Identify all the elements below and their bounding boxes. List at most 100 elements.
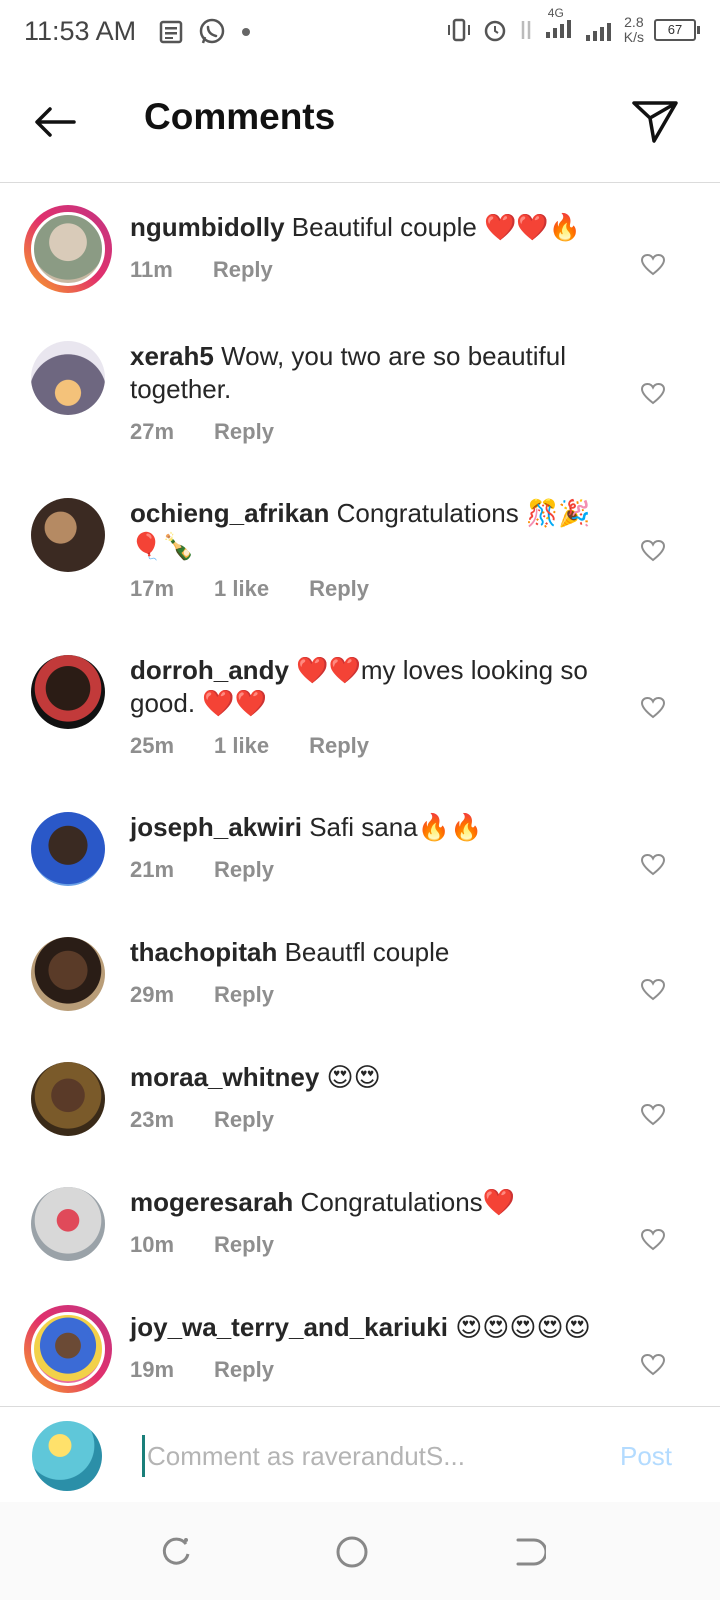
current-user-avatar — [32, 1421, 102, 1491]
back-nav-icon[interactable] — [510, 1534, 546, 1570]
heart-icon[interactable] — [640, 1103, 666, 1127]
comment-body: ochieng_afrikan Congratulations 🎊🎉🎈🍾 — [130, 497, 610, 563]
avatar[interactable] — [24, 1055, 112, 1143]
comment-body: mogeresarah Congratulations❤️ — [130, 1186, 610, 1219]
heart-icon[interactable] — [640, 853, 666, 877]
status-time: 11:53 AM — [24, 16, 137, 46]
reply-button[interactable]: Reply — [214, 857, 274, 883]
heart-icon[interactable] — [640, 1228, 666, 1252]
comment-username[interactable]: xerah5 — [130, 341, 214, 371]
comment-like-count[interactable]: 1 like — [214, 733, 269, 759]
comment-time: 19m — [130, 1357, 175, 1382]
avatar[interactable] — [24, 1305, 112, 1393]
home-icon[interactable] — [334, 1534, 370, 1570]
back-arrow-icon[interactable] — [28, 94, 84, 150]
comment-text: Beautiful couple ❤️❤️🔥 — [291, 212, 582, 242]
avatar-image — [31, 1187, 105, 1261]
reply-button[interactable]: Reply — [214, 419, 274, 445]
comment-row[interactable]: joy_wa_terry_and_kariuki 😍😍😍😍😍 19m Reply — [0, 1305, 720, 1405]
comment-username[interactable]: ochieng_afrikan — [130, 498, 329, 528]
comment-row[interactable]: mogeresarah Congratulations❤️ 10m Reply — [0, 1180, 720, 1300]
data-transfer-icon — [521, 20, 531, 39]
comment-row[interactable]: xerah5 Wow, you two are so beautiful tog… — [0, 334, 720, 454]
comment-row[interactable]: ochieng_afrikan Congratulations 🎊🎉🎈🍾 17m 1… — [0, 491, 720, 611]
avatar-image — [31, 341, 105, 415]
comment-username[interactable]: mogeresarah — [130, 1187, 293, 1217]
signal-icon-2 — [585, 22, 611, 41]
post-button[interactable]: Post — [620, 1441, 672, 1472]
avatar[interactable] — [24, 805, 112, 893]
reply-button[interactable]: Reply — [214, 982, 274, 1008]
comment-body: moraa_whitney 😍😍 — [130, 1061, 610, 1094]
comment-row[interactable]: dorroh_andy ❤️❤️my loves looking so good… — [0, 648, 720, 768]
comment-time: 29m — [130, 982, 175, 1007]
comment-meta: 27m Reply — [130, 419, 274, 445]
avatar-image — [31, 655, 105, 729]
reply-button[interactable]: Reply — [214, 1232, 274, 1258]
comment-text: 😍😍😍😍😍 — [455, 1312, 591, 1342]
heart-icon[interactable] — [640, 696, 666, 720]
avatar[interactable] — [24, 648, 112, 736]
dot-icon — [242, 28, 250, 36]
comment-time: 17m — [130, 576, 175, 601]
comment-username[interactable]: joy_wa_terry_and_kariuki — [130, 1312, 448, 1342]
comment-row[interactable]: ngumbidolly Beautiful couple ❤️❤️🔥 11m Rep… — [0, 205, 720, 325]
comment-row[interactable]: thachopitah Beautfl couple 29m Reply — [0, 930, 720, 1050]
comment-like-count[interactable]: 1 like — [214, 576, 269, 602]
status-bar: 11:53 AM 4G 2.8 K/s 67 — [0, 0, 720, 66]
heart-icon[interactable] — [640, 539, 666, 563]
news-icon — [159, 20, 183, 44]
recent-apps-icon[interactable] — [158, 1534, 194, 1570]
network-speed: 2.8 K/s — [623, 13, 644, 45]
heart-icon[interactable] — [640, 382, 666, 406]
avatar[interactable] — [24, 1180, 112, 1268]
comment-text: Congratulations❤️ — [300, 1187, 516, 1217]
avatar[interactable] — [24, 334, 112, 422]
comment-username[interactable]: joseph_akwiri — [130, 812, 302, 842]
comment-username[interactable]: thachopitah — [130, 937, 277, 967]
comment-text: 😍😍 — [326, 1062, 381, 1092]
heart-icon[interactable] — [640, 978, 666, 1002]
heart-icon[interactable] — [640, 1353, 666, 1377]
comment-body: ngumbidolly Beautiful couple ❤️❤️🔥 — [130, 211, 610, 244]
avatar[interactable] — [24, 205, 112, 293]
avatar[interactable] — [24, 930, 112, 1018]
heart-icon[interactable] — [640, 253, 666, 277]
comment-username[interactable]: dorroh_andy — [130, 655, 289, 685]
system-nav-bar — [0, 1502, 720, 1600]
avatar-image — [31, 812, 105, 886]
vibrate-icon — [447, 18, 470, 41]
comment-meta: 10m Reply — [130, 1232, 274, 1258]
comment-body: thachopitah Beautfl couple — [130, 936, 610, 969]
comments-list[interactable]: ngumbidolly Beautiful couple ❤️❤️🔥 11m Rep… — [0, 183, 720, 1405]
avatar-image — [31, 1312, 105, 1386]
reply-button[interactable]: Reply — [213, 257, 273, 283]
reply-button[interactable]: Reply — [214, 1357, 274, 1383]
comment-row[interactable]: joseph_akwiri Safi sana🔥🔥 21m Reply — [0, 805, 720, 925]
comment-row[interactable]: moraa_whitney 😍😍 23m Reply — [0, 1055, 720, 1175]
send-icon[interactable] — [630, 96, 680, 146]
comment-time: 11m — [130, 257, 173, 282]
avatar-image — [31, 498, 105, 572]
comment-composer: Post — [0, 1406, 720, 1503]
alarm-icon — [484, 20, 506, 41]
comment-time: 25m — [130, 733, 175, 758]
comment-meta: 29m Reply — [130, 982, 274, 1008]
comment-username[interactable]: moraa_whitney — [130, 1062, 319, 1092]
comment-input[interactable] — [142, 1435, 589, 1477]
avatar[interactable] — [24, 491, 112, 579]
comment-meta: 23m Reply — [130, 1107, 274, 1133]
header: Comments — [0, 66, 720, 183]
comment-meta: 17m 1 like Reply — [130, 576, 369, 602]
comment-meta: 25m 1 like Reply — [130, 733, 369, 759]
page-title: Comments — [144, 96, 336, 137]
avatar-image — [31, 937, 105, 1011]
comment-time: 21m — [130, 857, 175, 882]
comment-username[interactable]: ngumbidolly — [130, 212, 285, 242]
network-type: 4G — [547, 6, 564, 20]
comment-time: 27m — [130, 419, 175, 444]
avatar-image — [31, 1062, 105, 1136]
reply-button[interactable]: Reply — [214, 1107, 274, 1133]
reply-button[interactable]: Reply — [309, 576, 369, 602]
reply-button[interactable]: Reply — [309, 733, 369, 759]
